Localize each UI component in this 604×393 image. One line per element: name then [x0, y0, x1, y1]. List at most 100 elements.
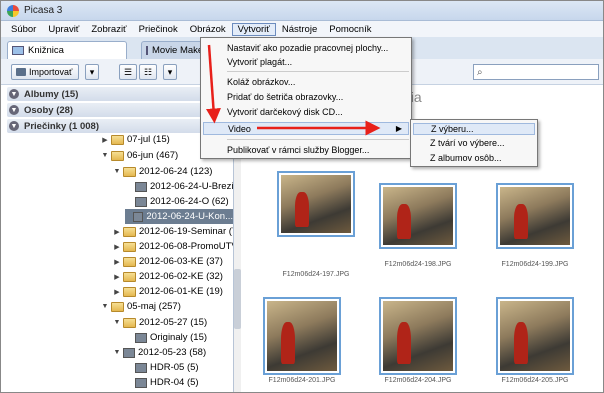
- tree-item[interactable]: ▶ 2012-06-01-KE (19): [113, 284, 223, 299]
- expanded-arrow-icon: ▼: [101, 152, 109, 159]
- folder-icon: [123, 271, 136, 282]
- tree-item[interactable]: 2012-06-24-O (62): [125, 194, 229, 209]
- album-thumb-icon: [135, 196, 147, 207]
- folder-icon: [123, 226, 136, 237]
- folder-icon: [123, 286, 136, 297]
- submenu-item-from-selection[interactable]: Z výberu...: [413, 123, 535, 135]
- tree-item-label: 05-maj (257): [127, 301, 181, 312]
- list-view-button[interactable]: ☰: [119, 64, 137, 80]
- expand-icon: ▼: [9, 105, 19, 115]
- tree-item-label: HDR-04 (5): [150, 377, 199, 388]
- menu-folder[interactable]: Priečinok: [133, 23, 184, 36]
- tree-item[interactable]: ▼ 05-maj (257): [101, 299, 181, 314]
- photo-caption: F12m06d24-198.JPG: [384, 261, 452, 268]
- tree-item[interactable]: 2012-06-24-U-Brezi...: [125, 179, 233, 194]
- tree-item-label: 2012-06-01-KE (19): [139, 286, 223, 297]
- tree-item[interactable]: ▼ 2012-05-23 (58): [113, 345, 207, 360]
- tree-item-label: 06-jun (467): [127, 150, 179, 161]
- menu-file[interactable]: Súbor: [5, 23, 42, 36]
- tree-item[interactable]: ▼ 2012-05-27 (15): [113, 315, 208, 330]
- submenu-arrow-icon: ▶: [395, 124, 402, 133]
- menu-tools[interactable]: Nástroje: [276, 23, 323, 36]
- movie-icon: [146, 46, 148, 55]
- tree-item[interactable]: ▶ 2012-06-19-Seminar (78): [113, 224, 233, 239]
- tree-item-selected[interactable]: 2012-06-24-U-Kon...: [125, 209, 233, 224]
- tree-item-label: 2012-06-24 (123): [139, 166, 213, 177]
- submenu-item-from-faces[interactable]: Z tvárí vo výbere...: [430, 138, 505, 150]
- collapsed-arrow-icon: ▶: [114, 258, 120, 266]
- tree-item-label: 2012-06-24-O (62): [150, 196, 229, 207]
- tree-item[interactable]: ▶ 2012-06-02-KE (32): [113, 269, 223, 284]
- tree-view-button[interactable]: ☷: [139, 64, 157, 80]
- tree-item-label: HDR-05 (5): [150, 362, 199, 373]
- menu-item-video[interactable]: Video ▶: [203, 122, 409, 135]
- folder-icon: [111, 134, 124, 145]
- folder-scrollbar-thumb[interactable]: [234, 269, 241, 329]
- window-title: Picasa 3: [24, 5, 63, 16]
- menu-help[interactable]: Pomocník: [323, 23, 377, 36]
- folder-icon: [111, 150, 124, 161]
- menu-picture[interactable]: Obrázok: [184, 23, 232, 36]
- folder-icon: [123, 256, 136, 267]
- library-icon: [12, 46, 24, 55]
- chevron-down-icon: ▾: [89, 66, 95, 77]
- menu-item-gift-cd[interactable]: Vytvoriť darčekový disk CD...: [227, 105, 343, 118]
- tree-item-label: 07-jul (15): [127, 134, 170, 145]
- submenu-item-from-people-albums[interactable]: Z albumov osôb...: [430, 153, 502, 165]
- photo-thumbnail[interactable]: [379, 183, 457, 249]
- album-thumb-icon: [135, 332, 147, 343]
- options-dropdown-button[interactable]: ▾: [163, 64, 177, 80]
- album-thumb-icon: [123, 347, 135, 358]
- tab-library-label: Knižnica: [28, 45, 64, 56]
- photo-caption: F12m06d24-197.JPG: [282, 271, 350, 278]
- menu-create[interactable]: Vytvoriť: [231, 22, 276, 36]
- menu-bar: Súbor Upraviť Zobraziť Priečinok Obrázok…: [1, 21, 603, 37]
- menu-view[interactable]: Zobraziť: [85, 23, 132, 36]
- photo-thumbnail[interactable]: [496, 297, 574, 375]
- search-input[interactable]: ⌕: [473, 64, 599, 80]
- tab-library[interactable]: Knižnica: [7, 41, 127, 59]
- section-people[interactable]: ▼ Osoby (28): [7, 103, 227, 117]
- tree-item[interactable]: ▼ 06-jun (467): [101, 148, 179, 163]
- collapsed-arrow-icon: ▶: [114, 228, 120, 236]
- photo-image: [383, 301, 453, 371]
- import-button[interactable]: Importovať: [11, 64, 79, 80]
- tree-item[interactable]: Originaly (15): [125, 330, 207, 345]
- expand-icon: ▼: [9, 89, 19, 99]
- tree-item-label: Originaly (15): [150, 332, 208, 343]
- photo-thumbnail[interactable]: [379, 297, 457, 375]
- photo-image: [281, 175, 351, 233]
- menu-item-publish-blogger[interactable]: Publikovať v rámci služby Blogger...: [227, 143, 369, 156]
- import-icon: [16, 68, 26, 76]
- menu-item-create-poster[interactable]: Vytvoriť plagát...: [227, 55, 292, 68]
- list-icon: ☰: [123, 66, 133, 77]
- menu-item-add-screensaver[interactable]: Pridať do šetriča obrazovky...: [227, 90, 343, 103]
- tab-movie-maker[interactable]: Movie Maker: [141, 41, 203, 59]
- chevron-down-icon: ▾: [167, 66, 173, 77]
- menu-edit[interactable]: Upraviť: [42, 23, 85, 36]
- tree-item[interactable]: ▶ 2012-06-03-KE (37): [113, 254, 223, 269]
- tree-item[interactable]: ▶ 07-jul (15): [101, 132, 170, 147]
- expanded-arrow-icon: ▼: [113, 349, 121, 356]
- folder-icon: [123, 317, 136, 328]
- photo-thumbnail[interactable]: [496, 183, 574, 249]
- tree-item[interactable]: HDR-05 (5): [125, 360, 199, 375]
- photo-image: [383, 187, 453, 245]
- photo-thumbnail[interactable]: [263, 297, 341, 375]
- tree-item[interactable]: ▼ 2012-06-24 (123): [113, 164, 213, 179]
- photo-caption: F12m06d24-204.JPG: [384, 377, 452, 384]
- album-thumb-icon: [135, 181, 147, 192]
- section-albums[interactable]: ▼ Albumy (15): [7, 87, 227, 101]
- folder-icon: [123, 241, 136, 252]
- tree-item[interactable]: ▶ 2012-06-08-PromoUTV...: [113, 239, 233, 254]
- section-folders[interactable]: ▼ Priečinky (1 008): [7, 119, 227, 133]
- tree-item-label: 2012-06-19-Seminar (78): [139, 226, 233, 237]
- album-thumb-icon: [135, 362, 147, 373]
- video-submenu: Z výberu... Z tvárí vo výbere... Z album…: [410, 119, 538, 167]
- import-dropdown-button[interactable]: ▾: [85, 64, 99, 80]
- photo-thumbnail[interactable]: [277, 171, 355, 237]
- menu-item-collage[interactable]: Koláž obrázkov...: [227, 75, 295, 88]
- tree-item[interactable]: HDR-04 (5): [125, 375, 199, 390]
- expanded-arrow-icon: ▼: [101, 303, 109, 310]
- menu-item-set-wallpaper[interactable]: Nastaviť ako pozadie pracovnej plochy...: [227, 41, 388, 54]
